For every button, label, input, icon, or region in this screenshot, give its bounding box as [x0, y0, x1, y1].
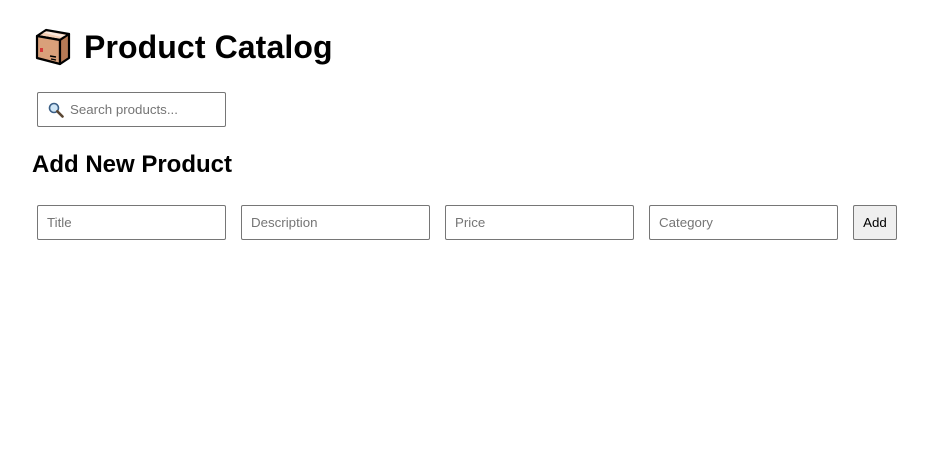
- package-box-icon: [34, 28, 72, 66]
- description-input[interactable]: [241, 205, 430, 240]
- price-input[interactable]: [445, 205, 634, 240]
- category-input[interactable]: [649, 205, 838, 240]
- search-box[interactable]: [37, 92, 226, 127]
- page-title: Product Catalog: [84, 29, 333, 65]
- page-header: Product Catalog: [34, 27, 333, 67]
- magnifier-icon: [48, 102, 64, 118]
- add-product-heading: Add New Product: [32, 151, 233, 178]
- search-input[interactable]: [70, 102, 220, 117]
- title-input[interactable]: [37, 205, 226, 240]
- add-product-button[interactable]: Add: [853, 205, 897, 240]
- add-product-form: Add: [37, 205, 897, 240]
